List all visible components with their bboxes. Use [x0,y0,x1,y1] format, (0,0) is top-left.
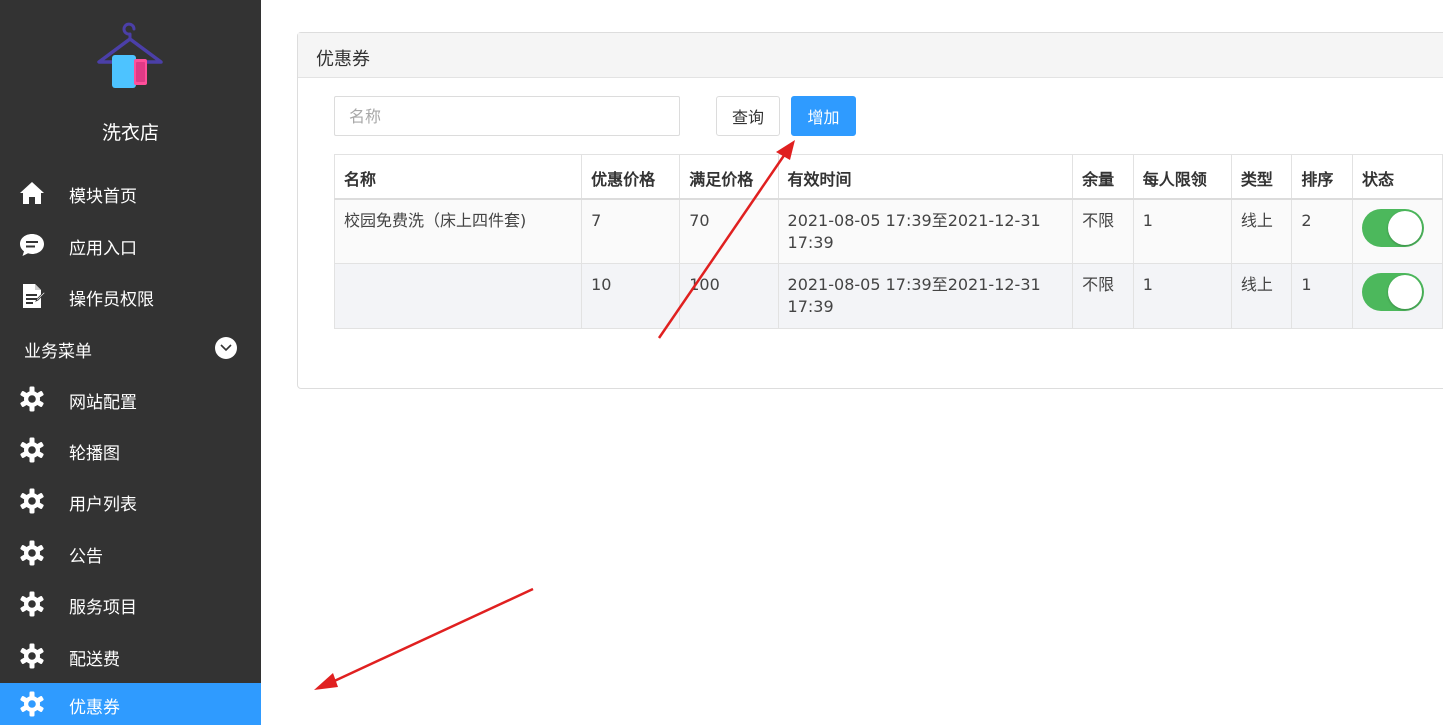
gear-icon [19,437,45,463]
laundry-hanger-logo-icon [94,22,166,94]
sidebar-item-carousel[interactable]: 轮播图 [0,429,261,471]
sidebar-item-label: 优惠券 [69,698,120,718]
sidebar-item-service-items[interactable]: 服务项目 [0,583,261,625]
name-search-input[interactable] [334,96,680,136]
gear-icon [19,488,45,514]
sidebar-group-business-menu[interactable]: 业务菜单 [0,327,261,369]
sidebar-item-operator-permissions[interactable]: 操作员权限 [0,275,261,317]
sidebar-item-coupons[interactable]: 优惠券 [0,683,261,725]
cell-name: 校园免费洗（床上四件套) [333,198,583,264]
sidebar-item-label: 公告 [69,547,103,567]
sidebar-item-label: 服务项目 [69,598,137,618]
toggle-knob [1388,210,1423,245]
cell-sort: 1 [1291,263,1354,329]
column-header: 余量 [1072,154,1134,200]
cell-sort: 2 [1291,198,1354,264]
sidebar-item-label: 配送费 [69,650,120,670]
column-header: 满足价格 [679,154,779,200]
coupon-table: 名称 优惠价格 满足价格 有效时间 余量 每人限领 类型 排序 状态 校园免费洗… [333,154,1443,329]
toggle-knob [1388,275,1423,309]
sidebar-item-app-entry[interactable]: 应用入口 [0,224,261,266]
cell-discount: 10 [581,263,681,329]
column-header: 名称 [333,154,583,200]
brand-name: 洗衣店 [101,122,159,144]
gear-icon [19,643,45,669]
column-header: 每人限领 [1132,154,1232,200]
cell-threshold: 70 [679,198,779,264]
sidebar-item-label: 网站配置 [69,393,137,413]
cell-type: 线上 [1230,263,1293,329]
status-toggle[interactable] [1362,273,1425,311]
cell-valid-time: 2021-08-05 17:39至2021-12-31 17:39 [777,263,1074,329]
table-row: 10 100 2021-08-05 17:39至2021-12-31 17:39… [333,263,1443,329]
cell-name [333,263,583,329]
panel-title: 优惠券 [316,49,370,70]
sidebar-item-site-config[interactable]: 网站配置 [0,378,261,420]
cell-limit: 1 [1132,263,1232,329]
column-header: 状态 [1352,154,1443,200]
sidebar-item-user-list[interactable]: 用户列表 [0,480,261,522]
cell-discount: 7 [581,198,681,264]
document-icon [19,283,45,309]
sidebar-item-label: 应用入口 [69,239,137,259]
table-row: 校园免费洗（床上四件套) 7 70 2021-08-05 17:39至2021-… [333,198,1443,264]
sidebar: 洗衣店 模块首页 应用入口 操作员权限 业务菜单 网站配置 轮播图 用户列表 公… [0,0,261,725]
query-button[interactable]: 查询 [716,96,780,136]
cell-status [1352,263,1443,329]
cell-remaining: 不限 [1072,263,1134,329]
chat-icon [19,232,45,258]
gear-icon [19,591,45,617]
cell-valid-time: 2021-08-05 17:39至2021-12-31 17:39 [777,198,1074,264]
gear-icon [19,540,45,566]
cell-type: 线上 [1230,198,1293,264]
arrow-to-coupons-menu-icon [314,587,534,690]
column-header: 排序 [1291,154,1354,200]
cell-remaining: 不限 [1072,198,1134,264]
sidebar-item-label: 用户列表 [69,495,137,515]
chevron-down-icon[interactable] [215,337,237,359]
cell-threshold: 100 [679,263,779,329]
cell-limit: 1 [1132,198,1232,264]
panel-header: 优惠券 [298,33,1443,78]
sidebar-item-delivery-fee[interactable]: 配送费 [0,635,261,677]
sidebar-item-label: 模块首页 [69,187,137,207]
home-icon [19,180,45,206]
gear-icon [19,386,45,412]
cell-status [1352,198,1443,264]
column-header: 优惠价格 [581,154,681,200]
sidebar-item-label: 轮播图 [69,444,120,464]
column-header: 有效时间 [777,154,1074,200]
add-button[interactable]: 增加 [791,96,856,136]
column-header: 类型 [1230,154,1293,200]
sidebar-group-label: 业务菜单 [24,342,92,362]
table-header-row: 名称 优惠价格 满足价格 有效时间 余量 每人限领 类型 排序 状态 [333,154,1443,200]
gear-icon [19,691,45,717]
sidebar-item-announcement[interactable]: 公告 [0,532,261,574]
status-toggle[interactable] [1362,208,1425,247]
sidebar-item-module-home[interactable]: 模块首页 [0,172,261,214]
sidebar-item-label: 操作员权限 [69,290,154,310]
